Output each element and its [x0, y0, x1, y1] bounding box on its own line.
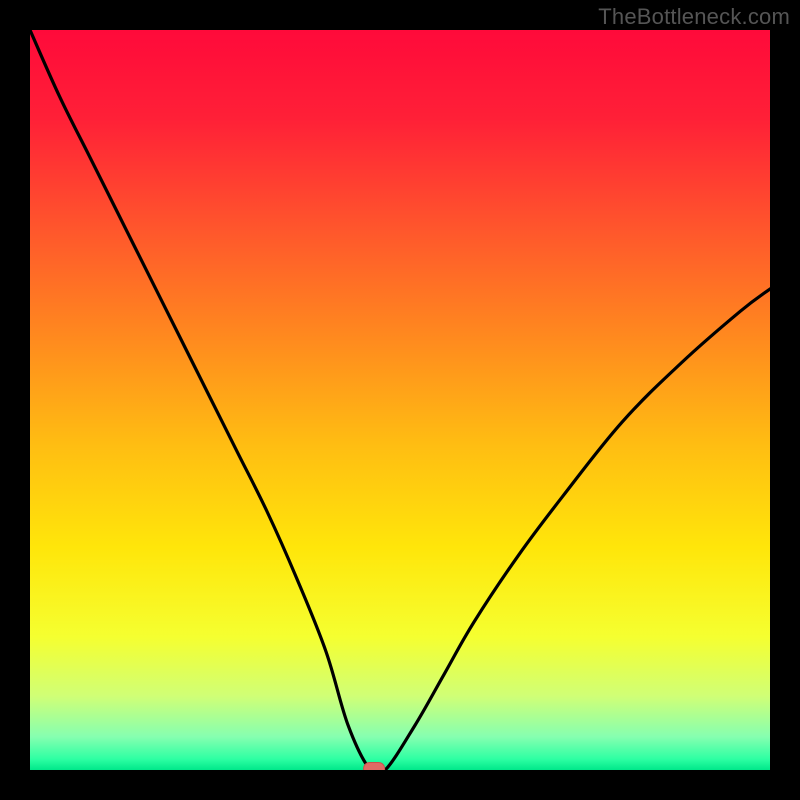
watermark-text: TheBottleneck.com — [598, 4, 790, 30]
optimum-marker — [364, 763, 385, 776]
chart-svg — [0, 0, 800, 800]
chart-frame: TheBottleneck.com — [0, 0, 800, 800]
plot-background — [30, 30, 770, 770]
